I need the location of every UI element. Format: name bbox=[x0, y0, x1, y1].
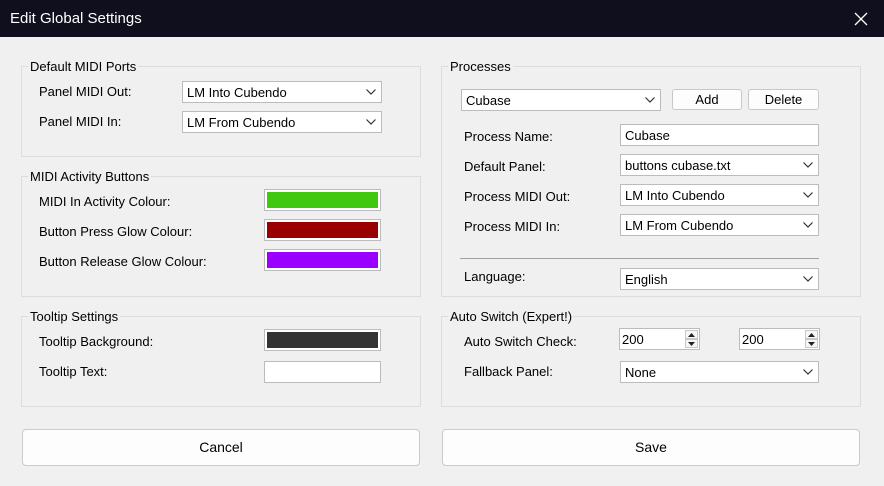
swatch-fill bbox=[267, 192, 378, 208]
tooltip-background-label: Tooltip Background: bbox=[39, 334, 154, 349]
default-panel-value: buttons cubase.txt bbox=[625, 158, 731, 173]
spin-up-button[interactable] bbox=[685, 330, 698, 339]
separator bbox=[460, 258, 819, 259]
arrow-down-icon bbox=[808, 341, 815, 346]
arrow-up-icon bbox=[688, 332, 695, 337]
tooltip-text-swatch[interactable] bbox=[264, 361, 381, 383]
button-release-glow-colour-label: Button Release Glow Colour: bbox=[39, 254, 207, 269]
button-press-glow-colour-label: Button Press Glow Colour: bbox=[39, 224, 193, 239]
auto-switch-check-spinner-2[interactable]: 200 bbox=[739, 328, 820, 350]
spin-down-button[interactable] bbox=[685, 339, 698, 348]
process-midi-out-value: LM Into Cubendo bbox=[625, 188, 725, 203]
midi-in-activity-colour-label: MIDI In Activity Colour: bbox=[39, 194, 171, 209]
spinner-arrows[interactable] bbox=[805, 330, 818, 348]
language-select[interactable]: English bbox=[620, 268, 819, 290]
window-title: Edit Global Settings bbox=[10, 10, 142, 27]
chevron-down-icon bbox=[645, 97, 655, 103]
chevron-down-icon bbox=[366, 119, 376, 125]
panel-midi-in-select[interactable]: LM From Cubendo bbox=[182, 111, 382, 133]
cancel-button[interactable]: Cancel bbox=[22, 429, 420, 466]
language-value: English bbox=[625, 272, 668, 287]
midi-activity-title: MIDI Activity Buttons bbox=[28, 169, 152, 184]
panel-midi-in-value: LM From Cubendo bbox=[187, 115, 296, 130]
spin-up-button[interactable] bbox=[805, 330, 818, 339]
default-panel-select[interactable]: buttons cubase.txt bbox=[620, 154, 819, 176]
auto-switch-check-value-2: 200 bbox=[742, 332, 764, 347]
save-button[interactable]: Save bbox=[442, 429, 860, 466]
swatch-fill bbox=[267, 364, 378, 380]
panel-midi-out-value: LM Into Cubendo bbox=[187, 85, 287, 100]
auto-switch-check-spinner-1[interactable]: 200 bbox=[619, 328, 700, 350]
process-midi-out-select[interactable]: LM Into Cubendo bbox=[620, 184, 819, 206]
chevron-down-icon bbox=[803, 192, 813, 198]
fallback-panel-select[interactable]: None bbox=[620, 361, 819, 383]
edit-global-settings-window: Edit Global Settings Default MIDI Ports … bbox=[0, 0, 884, 486]
language-label: Language: bbox=[464, 269, 526, 284]
close-icon bbox=[854, 12, 868, 25]
chevron-down-icon bbox=[803, 162, 813, 168]
button-release-glow-colour-swatch[interactable] bbox=[264, 249, 381, 271]
swatch-fill bbox=[267, 252, 378, 268]
close-button[interactable] bbox=[838, 0, 884, 37]
button-press-glow-colour-swatch[interactable] bbox=[264, 219, 381, 241]
process-midi-out-label: Process MIDI Out: bbox=[464, 189, 571, 204]
midi-in-activity-colour-swatch[interactable] bbox=[264, 189, 381, 211]
panel-midi-out-label: Panel MIDI Out: bbox=[39, 84, 132, 99]
spin-down-button[interactable] bbox=[805, 339, 818, 348]
auto-switch-title: Auto Switch (Expert!) bbox=[448, 309, 575, 324]
arrow-down-icon bbox=[688, 341, 695, 346]
chevron-down-icon bbox=[803, 276, 813, 282]
spinner-arrows[interactable] bbox=[685, 330, 698, 348]
default-midi-ports-title: Default MIDI Ports bbox=[28, 59, 139, 74]
fallback-panel-label: Fallback Panel: bbox=[464, 364, 553, 379]
auto-switch-check-value-1: 200 bbox=[622, 332, 644, 347]
process-name-label: Process Name: bbox=[464, 129, 553, 144]
swatch-fill bbox=[267, 332, 378, 348]
default-panel-label: Default Panel: bbox=[464, 159, 546, 174]
panel-midi-in-label: Panel MIDI In: bbox=[39, 114, 122, 129]
auto-switch-check-label: Auto Switch Check: bbox=[464, 334, 577, 349]
tooltip-background-swatch[interactable] bbox=[264, 329, 381, 351]
process-select[interactable]: Cubase bbox=[461, 89, 661, 111]
chevron-down-icon bbox=[803, 369, 813, 375]
panel-midi-out-select[interactable]: LM Into Cubendo bbox=[182, 81, 382, 103]
process-midi-in-select[interactable]: LM From Cubendo bbox=[620, 214, 819, 236]
process-name-field[interactable]: Cubase bbox=[620, 124, 819, 146]
process-midi-in-value: LM From Cubendo bbox=[625, 218, 734, 233]
add-process-button[interactable]: Add bbox=[672, 89, 742, 110]
process-midi-in-label: Process MIDI In: bbox=[464, 219, 561, 234]
chevron-down-icon bbox=[366, 89, 376, 95]
delete-process-button[interactable]: Delete bbox=[748, 89, 819, 110]
fallback-panel-value: None bbox=[625, 365, 657, 380]
process-name-value: Cubase bbox=[625, 128, 670, 143]
tooltip-settings-title: Tooltip Settings bbox=[28, 309, 121, 324]
title-bar: Edit Global Settings bbox=[0, 0, 884, 37]
arrow-up-icon bbox=[808, 332, 815, 337]
chevron-down-icon bbox=[803, 222, 813, 228]
swatch-fill bbox=[267, 222, 378, 238]
process-select-value: Cubase bbox=[466, 93, 511, 108]
tooltip-text-label: Tooltip Text: bbox=[39, 364, 108, 379]
processes-title: Processes bbox=[448, 59, 513, 74]
